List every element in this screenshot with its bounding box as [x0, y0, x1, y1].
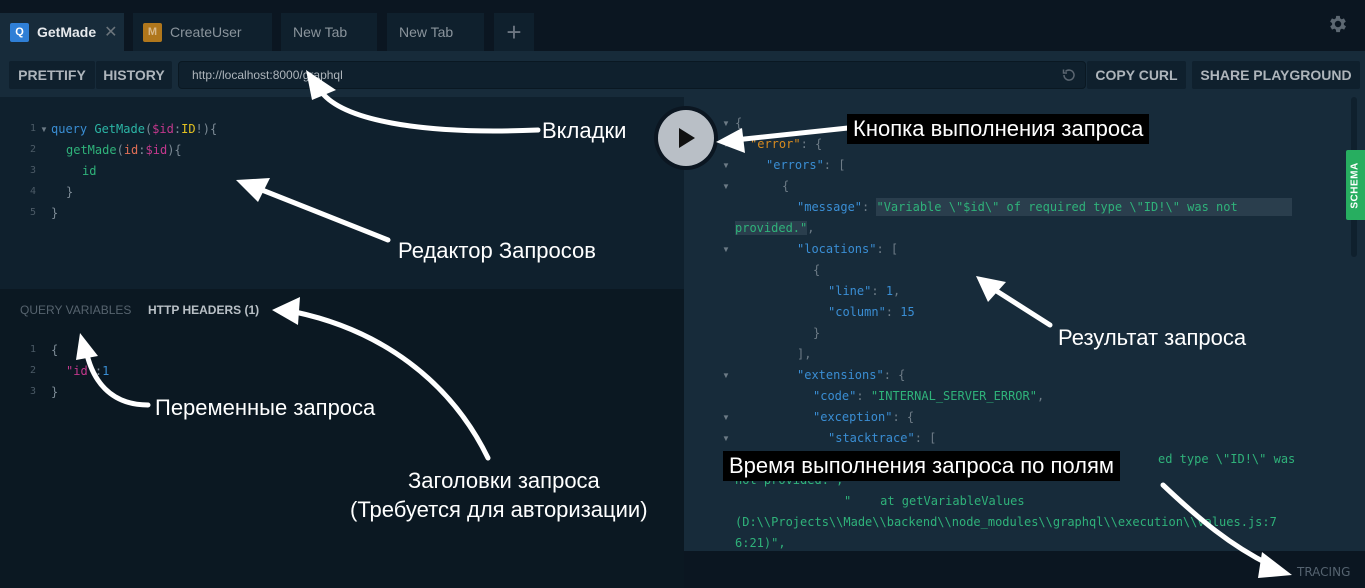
- line-number: 5: [29, 207, 36, 218]
- close-icon[interactable]: ✕: [104, 22, 117, 42]
- annotation-run-button: Кнопка выполнения запроса: [847, 114, 1150, 144]
- fold-arrow-icon[interactable]: ▼: [722, 413, 730, 422]
- tab-query-variables[interactable]: QUERY VARIABLES: [20, 303, 131, 317]
- result-line: ],: [797, 347, 812, 361]
- line-number: 2: [29, 365, 36, 376]
- history-button[interactable]: HISTORY: [96, 61, 172, 89]
- code-line: {: [51, 343, 59, 357]
- prettify-button[interactable]: PRETTIFY: [9, 61, 95, 89]
- line-number: 1: [29, 123, 36, 134]
- fold-arrow-icon[interactable]: ▼: [40, 125, 48, 134]
- error-message-cont: provided.": [735, 221, 808, 235]
- result-line: "line": 1,: [828, 284, 901, 298]
- settings-gear-icon[interactable]: [1327, 13, 1349, 35]
- tab-label: CreateUser: [170, 24, 242, 40]
- result-line: "locations": [: [797, 242, 899, 256]
- result-line: {: [735, 116, 743, 130]
- reload-icon[interactable]: [1061, 67, 1077, 83]
- tab-label: New Tab: [293, 24, 348, 40]
- schema-button[interactable]: SCHEMA: [1346, 150, 1365, 220]
- result-line: (D:\\Projects\\Made\\backend\\node_modul…: [735, 515, 1277, 529]
- annotation-tabs: Вкладки: [542, 118, 627, 143]
- query-badge-icon: Q: [10, 22, 29, 42]
- result-line: "column": 15: [828, 305, 915, 319]
- annotation-result: Результат запроса: [1058, 325, 1247, 350]
- add-tab-button[interactable]: +: [494, 13, 534, 51]
- tab-label: GetMade: [37, 24, 97, 40]
- tab-createuser[interactable]: M CreateUser: [133, 13, 272, 51]
- result-line: }: [813, 326, 821, 340]
- line-value: 1: [885, 284, 894, 298]
- result-line: " at getVariableValues: [844, 494, 1025, 508]
- mutation-badge-icon: M: [143, 22, 162, 42]
- fold-arrow-icon[interactable]: ▼: [722, 182, 730, 191]
- share-playground-button[interactable]: SHARE PLAYGROUND: [1192, 61, 1360, 89]
- toolbar: PRETTIFY HISTORY http://localhost:8000/g…: [0, 51, 1365, 97]
- endpoint-url-text: http://localhost:8000/graphql: [192, 68, 343, 82]
- result-line: {: [813, 263, 821, 277]
- result-line: 6:21)",: [735, 536, 786, 550]
- code-line: getMade(id:$id){: [66, 143, 182, 157]
- result-line: "extensions": {: [797, 368, 906, 382]
- line-number: 1: [29, 344, 36, 355]
- result-line: "error": {: [750, 137, 823, 151]
- result-line: "errors": [: [766, 158, 846, 172]
- result-line: "stacktrace": [: [828, 431, 937, 445]
- annotation-headers-line1: Заголовки запроса: [408, 468, 600, 493]
- line-number: 2: [29, 144, 36, 155]
- play-icon: [679, 128, 695, 148]
- annotation-editor: Редактор Запросов: [398, 238, 596, 263]
- code-line: query GetMade($id:ID!){: [51, 122, 218, 136]
- fold-arrow-icon[interactable]: ▼: [722, 245, 730, 254]
- code-line: }: [51, 206, 59, 220]
- endpoint-url-input[interactable]: http://localhost:8000/graphql: [178, 61, 1086, 89]
- annotation-headers-line2: (Требуется для авторизации): [350, 497, 648, 522]
- annotation-variables: Переменные запроса: [155, 395, 376, 420]
- fold-arrow-icon[interactable]: ▼: [722, 371, 730, 380]
- tab-new-2[interactable]: New Tab: [387, 13, 484, 51]
- error-code: "INTERNAL_SERVER_ERROR": [870, 389, 1037, 403]
- tab-label: New Tab: [399, 24, 454, 40]
- run-button-face: [658, 110, 714, 166]
- tab-getmade[interactable]: Q GetMade ✕: [0, 13, 124, 51]
- code-line: }: [66, 185, 74, 199]
- fold-arrow-icon[interactable]: ▼: [722, 140, 730, 149]
- result-line: {: [782, 179, 790, 193]
- line-number: 4: [29, 186, 36, 197]
- code-line: "id":1: [66, 364, 110, 378]
- line-number: 3: [29, 165, 36, 176]
- result-line: "code": "INTERNAL_SERVER_ERROR",: [813, 389, 1045, 403]
- annotation-tracing: Время выполнения запроса по полям: [723, 451, 1120, 481]
- variables-pane: QUERY VARIABLES HTTP HEADERS (1) 1 2 3 {…: [0, 289, 684, 588]
- tab-new-1[interactable]: New Tab: [281, 13, 377, 51]
- tracing-button[interactable]: TRACING: [1297, 565, 1350, 579]
- fold-arrow-icon[interactable]: ▼: [722, 119, 730, 128]
- tab-http-headers[interactable]: HTTP HEADERS (1): [148, 303, 259, 317]
- graphql-playground: Q GetMade ✕ M CreateUser New Tab New Tab…: [0, 0, 1365, 588]
- line-number: 3: [29, 386, 36, 397]
- plus-icon: +: [506, 16, 522, 47]
- error-message: "Variable \"$id\" of required type \"ID!…: [876, 198, 1292, 216]
- fold-arrow-icon[interactable]: ▼: [722, 434, 730, 443]
- result-line: provided.",: [735, 221, 815, 235]
- result-line: ed type \"ID!\" was: [1158, 452, 1296, 466]
- result-line: "message": "Variable \"$id\" of required…: [797, 198, 1292, 216]
- column-value: 15: [900, 305, 915, 319]
- copy-curl-button[interactable]: COPY CURL: [1087, 61, 1186, 89]
- code-line: }: [51, 385, 59, 399]
- arrowhead-tracing: [1258, 552, 1292, 578]
- run-query-button[interactable]: [654, 106, 718, 170]
- result-line: "exception": {: [813, 410, 915, 424]
- tab-bar: Q GetMade ✕ M CreateUser New Tab New Tab…: [0, 0, 1365, 51]
- code-line: id: [82, 164, 97, 178]
- result-pane: ▼ { ▼ "error": { ▼ "errors": [ ▼ { "mess…: [684, 97, 1365, 551]
- fold-arrow-icon[interactable]: ▼: [722, 161, 730, 170]
- schema-label: SCHEMA: [1350, 161, 1361, 209]
